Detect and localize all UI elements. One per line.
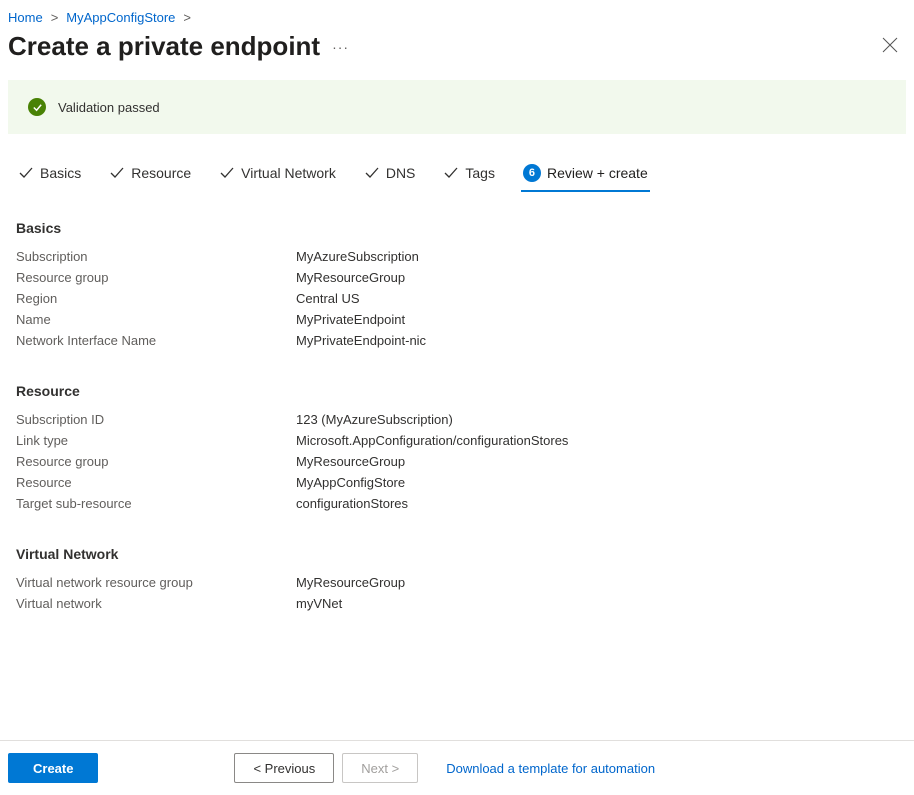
row-region: Region Central US	[16, 288, 906, 309]
close-icon[interactable]	[882, 37, 898, 56]
row-link-type: Link type Microsoft.AppConfiguration/con…	[16, 430, 906, 451]
tab-label: Basics	[40, 165, 81, 181]
section-resource-title: Resource	[16, 369, 906, 409]
page-title: Create a private endpoint	[8, 31, 320, 62]
tab-basics[interactable]: Basics	[16, 160, 83, 192]
row-name: Name MyPrivateEndpoint	[16, 309, 906, 330]
row-subscription-id: Subscription ID 123 (MyAzureSubscription…	[16, 409, 906, 430]
row-target-sub: Target sub-resource configurationStores	[16, 493, 906, 514]
label: Subscription ID	[16, 412, 296, 427]
check-circle-icon	[28, 98, 46, 116]
title-row: Create a private endpoint ···	[0, 29, 914, 80]
value: MyResourceGroup	[296, 575, 405, 590]
create-button[interactable]: Create	[8, 753, 98, 783]
download-template-link[interactable]: Download a template for automation	[446, 761, 655, 776]
tab-resource[interactable]: Resource	[107, 160, 193, 192]
row-resource-group: Resource group MyResourceGroup	[16, 267, 906, 288]
next-button: Next >	[342, 753, 418, 783]
value: MyAzureSubscription	[296, 249, 419, 264]
label: Region	[16, 291, 296, 306]
check-icon	[443, 165, 459, 181]
value: MyPrivateEndpoint-nic	[296, 333, 426, 348]
label: Virtual network	[16, 596, 296, 611]
row-subscription: Subscription MyAzureSubscription	[16, 246, 906, 267]
label: Virtual network resource group	[16, 575, 296, 590]
tab-label: Virtual Network	[241, 165, 336, 181]
value: myVNet	[296, 596, 342, 611]
value: MyAppConfigStore	[296, 475, 405, 490]
tab-label: Review + create	[547, 165, 648, 181]
breadcrumb-home[interactable]: Home	[8, 10, 43, 25]
row-vnet: Virtual network myVNet	[16, 593, 906, 614]
review-content: Basics Subscription MyAzureSubscription …	[0, 192, 914, 767]
label: Subscription	[16, 249, 296, 264]
step-number-icon: 6	[523, 164, 541, 182]
row-resource: Resource MyAppConfigStore	[16, 472, 906, 493]
check-icon	[219, 165, 235, 181]
value: 123 (MyAzureSubscription)	[296, 412, 453, 427]
label: Resource	[16, 475, 296, 490]
more-icon[interactable]: ···	[332, 39, 349, 55]
value: MyResourceGroup	[296, 270, 405, 285]
tab-label: Tags	[465, 165, 495, 181]
label: Network Interface Name	[16, 333, 296, 348]
value: MyPrivateEndpoint	[296, 312, 405, 327]
chevron-right-icon: >	[179, 10, 195, 25]
tab-label: DNS	[386, 165, 416, 181]
tab-label: Resource	[131, 165, 191, 181]
section-basics-title: Basics	[16, 210, 906, 246]
validation-message: Validation passed	[58, 100, 160, 115]
value: Central US	[296, 291, 360, 306]
validation-banner: Validation passed	[8, 80, 906, 134]
label: Resource group	[16, 270, 296, 285]
tab-review-create[interactable]: 6 Review + create	[521, 160, 650, 192]
row-vnet-rg: Virtual network resource group MyResourc…	[16, 572, 906, 593]
section-vnet-title: Virtual Network	[16, 532, 906, 572]
breadcrumb-store[interactable]: MyAppConfigStore	[66, 10, 175, 25]
check-icon	[18, 165, 34, 181]
value: configurationStores	[296, 496, 408, 511]
check-icon	[109, 165, 125, 181]
row-resource-group-2: Resource group MyResourceGroup	[16, 451, 906, 472]
previous-button[interactable]: < Previous	[234, 753, 334, 783]
value: MyResourceGroup	[296, 454, 405, 469]
label: Resource group	[16, 454, 296, 469]
tabs: Basics Resource Virtual Network DNS Tags…	[0, 146, 914, 192]
breadcrumb: Home > MyAppConfigStore >	[0, 0, 914, 29]
row-nic-name: Network Interface Name MyPrivateEndpoint…	[16, 330, 906, 351]
value: Microsoft.AppConfiguration/configuration…	[296, 433, 568, 448]
footer: Create < Previous Next > Download a temp…	[0, 740, 914, 795]
label: Name	[16, 312, 296, 327]
tab-virtual-network[interactable]: Virtual Network	[217, 160, 338, 192]
tab-tags[interactable]: Tags	[441, 160, 497, 192]
label: Link type	[16, 433, 296, 448]
chevron-right-icon: >	[47, 10, 63, 25]
check-icon	[364, 165, 380, 181]
label: Target sub-resource	[16, 496, 296, 511]
tab-dns[interactable]: DNS	[362, 160, 418, 192]
